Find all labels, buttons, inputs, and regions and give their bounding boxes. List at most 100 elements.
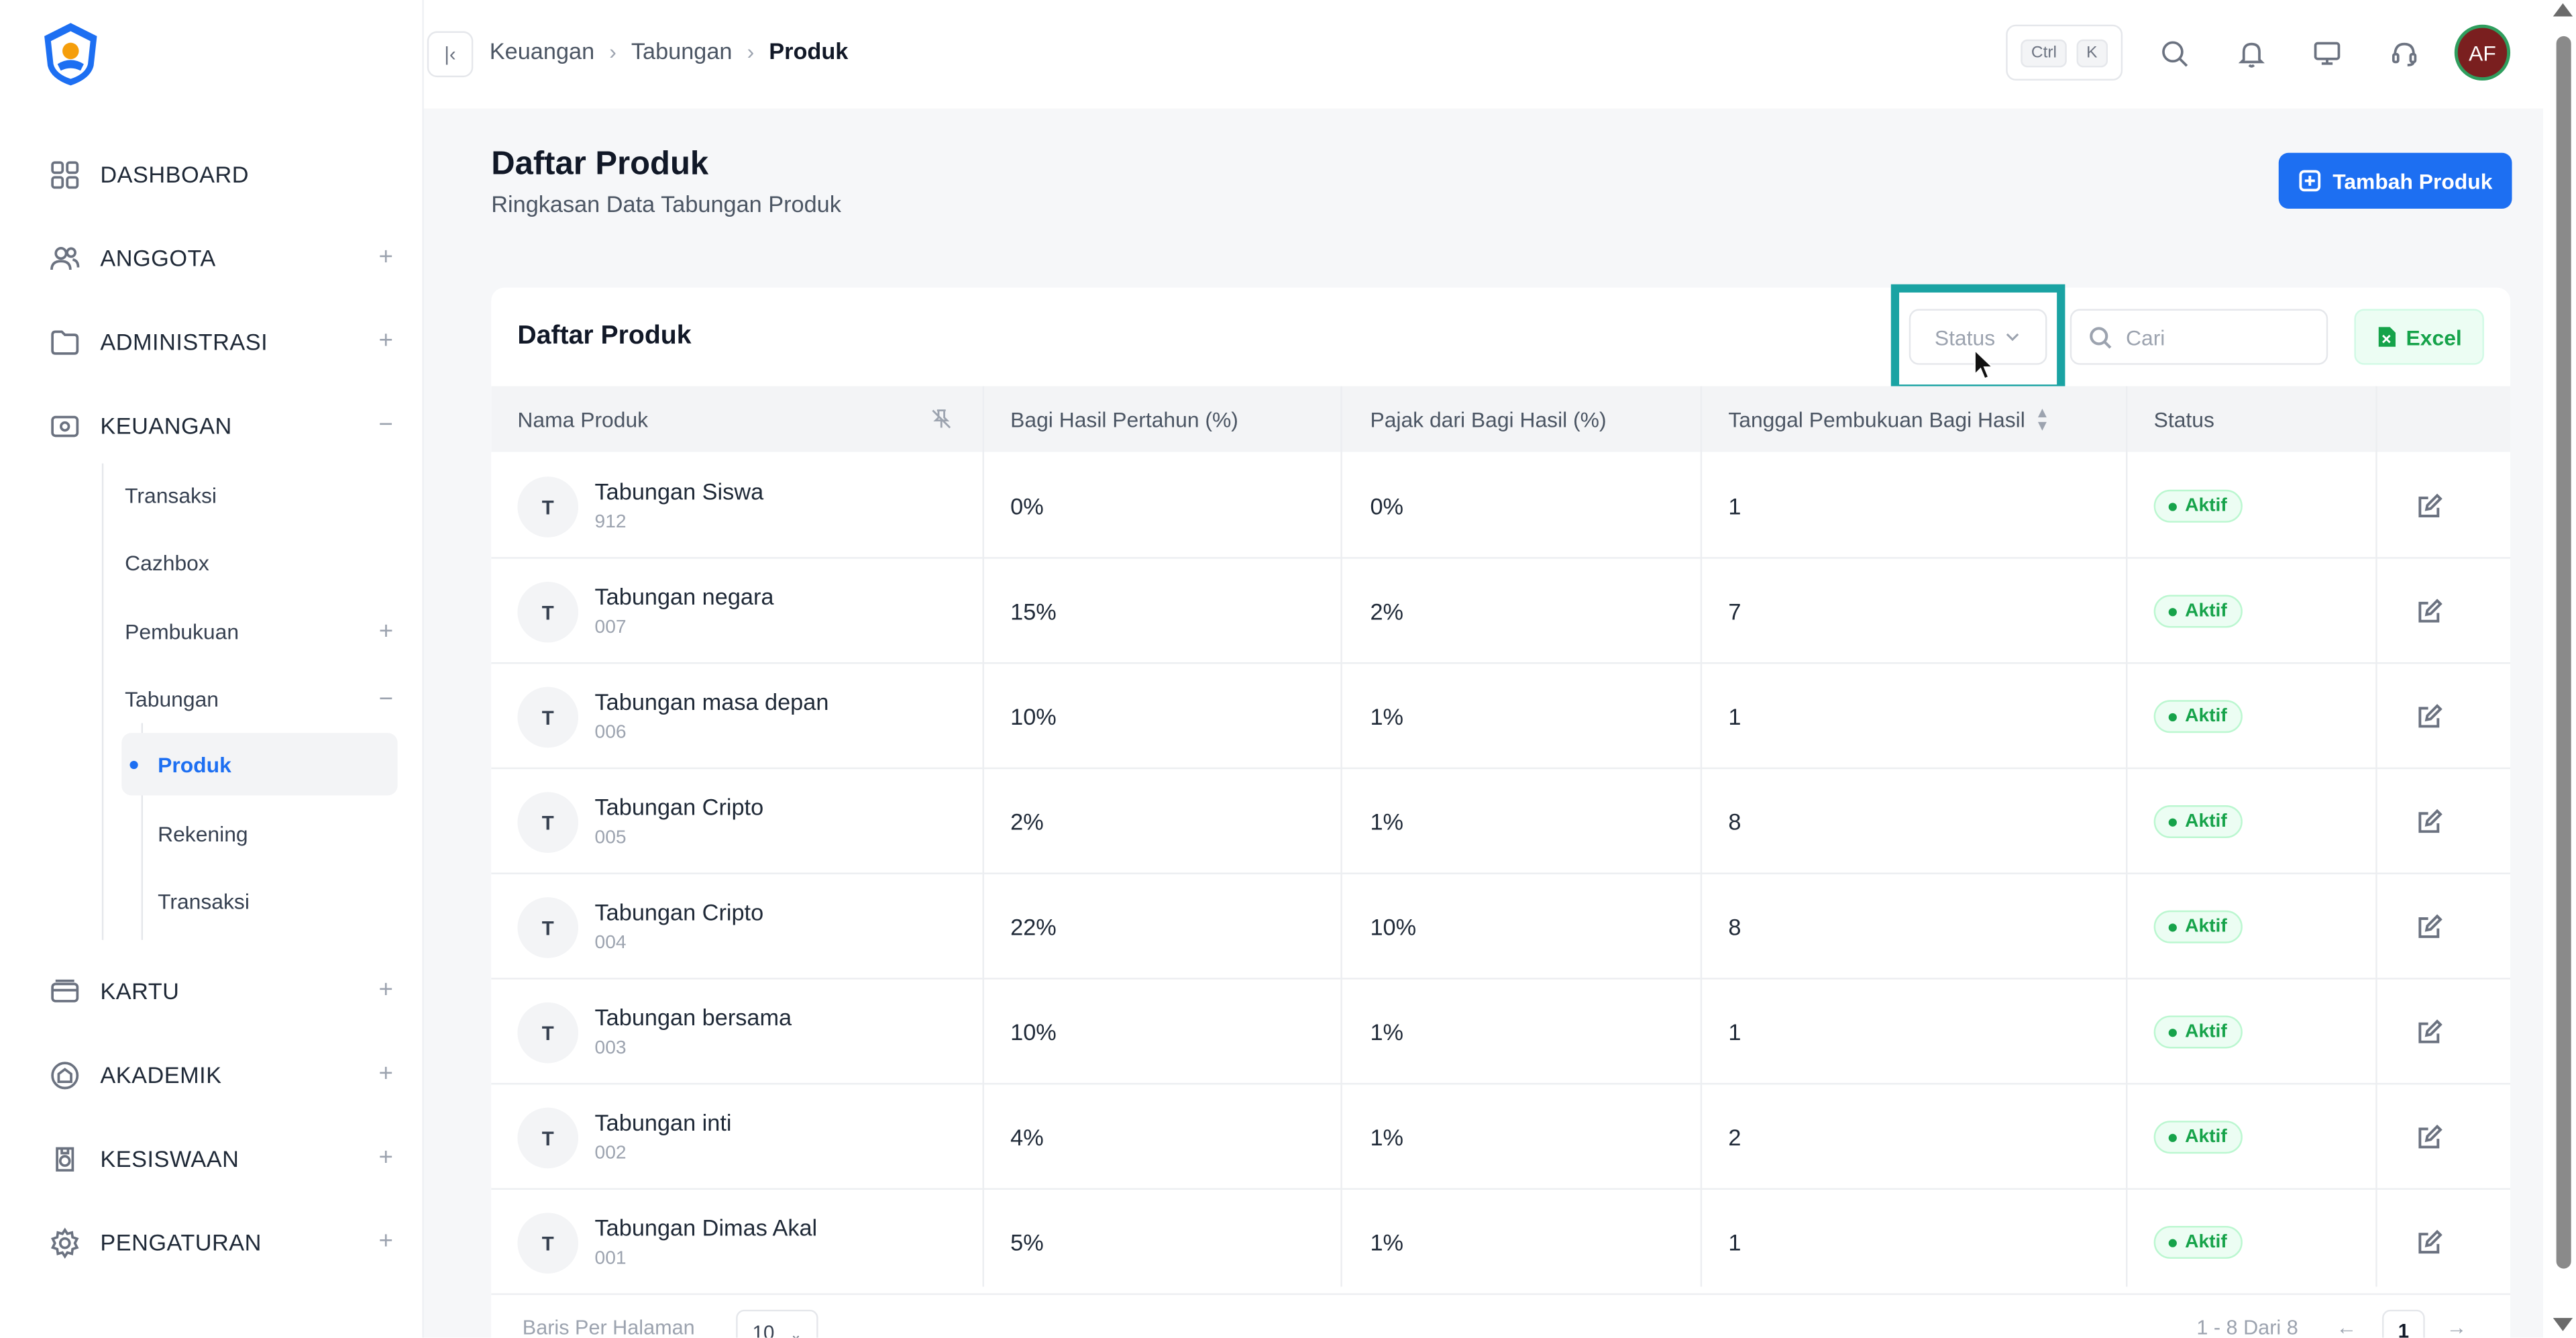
sidebar-item-label: PENGATURAN xyxy=(100,1229,262,1256)
edit-button[interactable] xyxy=(2416,874,2443,980)
next-page-icon[interactable]: → xyxy=(2447,1317,2467,1338)
add-product-label: Tambah Produk xyxy=(2332,168,2493,193)
sidebar-item-administrasi[interactable]: ADMINISTRASI + xyxy=(46,317,398,366)
sidebar-subitem-rekening[interactable]: Rekening xyxy=(121,802,397,864)
cell-pajak: 0% xyxy=(1370,493,1404,519)
logo[interactable] xyxy=(36,19,105,89)
sort-icon[interactable]: ▲ ▼ xyxy=(2035,405,2050,433)
cell-tanggal: 1 xyxy=(1728,1019,1741,1045)
sidebar-subitem-cazhbox[interactable]: Cazhbox xyxy=(125,539,398,585)
expand-icon[interactable]: + xyxy=(374,617,397,646)
edit-button[interactable] xyxy=(2416,454,2443,559)
status-badge-label: Aktif xyxy=(2185,1022,2227,1042)
table-row[interactable]: T Tabungan Cripto 004 22% 10% 8 Aktif xyxy=(491,874,2511,980)
status-dot xyxy=(2168,1133,2177,1141)
page-button-current[interactable]: 1 xyxy=(2382,1309,2425,1338)
cell-bagi-hasil: 15% xyxy=(1010,598,1057,625)
sidebar-item-dashboard[interactable]: DASHBOARD xyxy=(46,150,398,199)
sidebar-item-akademik[interactable]: AKADEMIK + xyxy=(46,1050,398,1099)
status-badge: Aktif xyxy=(2153,595,2242,628)
export-excel-button[interactable]: Excel xyxy=(2354,309,2484,365)
status-dot xyxy=(2168,1027,2177,1037)
column-header-pajak[interactable]: Pajak dari Bagi Hasil (%) xyxy=(1370,387,1606,452)
breadcrumb-item-keuangan[interactable]: Keuangan xyxy=(490,38,594,64)
expand-icon[interactable]: + xyxy=(374,329,397,354)
page-subtitle: Ringkasan Data Tabungan Produk xyxy=(491,191,841,217)
edit-button[interactable] xyxy=(2416,664,2443,769)
collapse-icon[interactable]: − xyxy=(374,413,397,438)
edit-icon xyxy=(2418,809,2443,833)
column-header-tanggal[interactable]: Tanggal Pembukuan Bagi Hasil ▲ ▼ xyxy=(1728,387,2049,452)
sidebar-item-anggota[interactable]: ANGGOTA + xyxy=(46,234,398,282)
sidebar-item-kartu[interactable]: KARTU + xyxy=(46,966,398,1015)
edit-button[interactable] xyxy=(2416,769,2443,874)
expand-icon[interactable]: + xyxy=(374,1062,397,1086)
search-field[interactable] xyxy=(2070,309,2328,365)
card-icon xyxy=(46,973,83,1009)
table-row[interactable]: T Tabungan Cripto 005 2% 1% 8 Aktif xyxy=(491,769,2511,874)
sidebar-item-pengaturan[interactable]: PENGATURAN + xyxy=(46,1218,398,1267)
add-product-button[interactable]: Tambah Produk xyxy=(2278,152,2512,209)
scroll-up-icon[interactable] xyxy=(2553,3,2573,17)
column-header-nama-produk[interactable]: Nama Produk xyxy=(517,387,648,452)
table-row[interactable]: T Tabungan Dimas Akal 001 5% 1% 1 Aktif xyxy=(491,1190,2511,1295)
sidebar-subitem-label: Transaksi xyxy=(158,888,250,913)
chevron-down-icon xyxy=(2006,333,2020,342)
headset-icon[interactable] xyxy=(2385,34,2422,70)
prev-page-icon[interactable]: ← xyxy=(2336,1317,2357,1338)
unpin-column-icon[interactable] xyxy=(930,387,953,452)
monitor-icon[interactable] xyxy=(2308,34,2345,70)
product-code: 003 xyxy=(594,1038,627,1059)
rows-per-page-select[interactable]: 10 ⌄ xyxy=(736,1309,818,1338)
status-badge-label: Aktif xyxy=(2185,811,2227,832)
cell-status: Aktif xyxy=(2153,664,2242,769)
edit-icon xyxy=(2418,599,2443,623)
sidebar-subitem-tabungan[interactable]: Tabungan − xyxy=(125,676,398,722)
expand-icon[interactable]: + xyxy=(374,1145,397,1170)
search-input[interactable] xyxy=(2126,324,2307,350)
collapse-sidebar-button[interactable]: |‹ xyxy=(427,31,474,78)
expand-icon[interactable]: + xyxy=(374,245,397,270)
collapse-icon[interactable]: − xyxy=(374,684,397,713)
dashboard-icon xyxy=(46,156,83,193)
product-code: 912 xyxy=(594,513,627,533)
expand-icon[interactable]: + xyxy=(374,1229,397,1254)
table-row[interactable]: T Tabungan negara 007 15% 2% 7 Aktif xyxy=(491,559,2511,664)
table-row[interactable]: T Tabungan masa depan 006 10% 1% 1 Aktif xyxy=(491,664,2511,770)
product-name: Tabungan inti xyxy=(594,1109,732,1136)
column-header-status[interactable]: Status xyxy=(2154,387,2214,452)
status-badge: Aktif xyxy=(2153,1225,2242,1259)
edit-icon xyxy=(2418,1019,2443,1043)
product-avatar: T xyxy=(517,1002,579,1064)
search-icon[interactable] xyxy=(2155,34,2192,70)
avatar[interactable]: AF xyxy=(2454,24,2511,81)
breadcrumb: Keuangan › Tabungan › Produk xyxy=(490,38,849,64)
sidebar-subitem-produk[interactable]: Produk xyxy=(121,733,398,796)
cell-tanggal: 2 xyxy=(1728,1124,1741,1151)
product-avatar: T xyxy=(517,686,579,748)
folder-icon xyxy=(46,323,83,360)
edit-button[interactable] xyxy=(2416,559,2443,664)
bell-icon[interactable] xyxy=(2233,34,2269,70)
expand-icon[interactable]: + xyxy=(374,978,397,1002)
cell-tanggal: 8 xyxy=(1728,808,1741,835)
sidebar-subitem-transaksi-tabungan[interactable]: Transaksi xyxy=(121,870,397,932)
table-row[interactable]: T Tabungan Siswa 912 0% 0% 1 Aktif xyxy=(491,454,2511,559)
sidebar-item-kesiswaan[interactable]: KESISWAAN + xyxy=(46,1134,398,1183)
table-row[interactable]: T Tabungan bersama 003 10% 1% 1 Aktif xyxy=(491,980,2511,1085)
product-code: 001 xyxy=(594,1249,627,1269)
edit-button[interactable] xyxy=(2416,980,2443,1085)
command-palette-shortcut[interactable]: Ctrl K xyxy=(2006,24,2123,81)
scrollbar-thumb[interactable] xyxy=(2556,36,2571,1269)
edit-button[interactable] xyxy=(2416,1084,2443,1190)
column-header-bagi-hasil[interactable]: Bagi Hasil Pertahun (%) xyxy=(1010,387,1238,452)
sidebar-item-label: KEUANGAN xyxy=(100,412,232,439)
product-name: Tabungan masa depan xyxy=(594,688,829,715)
sidebar-item-keuangan[interactable]: KEUANGAN − xyxy=(46,401,398,450)
scroll-down-icon[interactable] xyxy=(2553,1318,2573,1331)
edit-button[interactable] xyxy=(2416,1190,2443,1295)
table-row[interactable]: T Tabungan inti 002 4% 1% 2 Aktif xyxy=(491,1084,2511,1190)
sidebar-subitem-pembukuan[interactable]: Pembukuan + xyxy=(125,608,398,654)
breadcrumb-item-tabungan[interactable]: Tabungan xyxy=(631,38,733,64)
sidebar-subitem-transaksi[interactable]: Transaksi xyxy=(125,472,398,518)
